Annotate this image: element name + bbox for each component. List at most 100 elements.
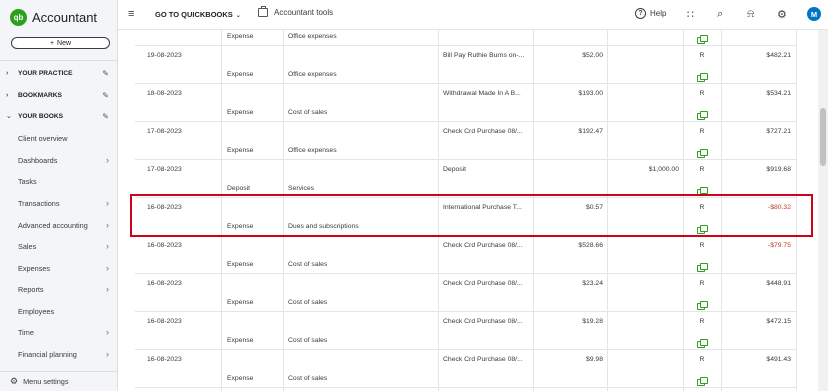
section-label: BOOKMARKS <box>18 91 62 99</box>
cell-payee: Bill Pay Ruthie Burns on-... <box>443 52 525 59</box>
table-row[interactable]: 16-08-2023 Check Crd Purchase 08/... $528.… <box>135 236 797 255</box>
chevron-right-icon: › <box>106 241 109 251</box>
bell-icon[interactable]: ⍾ <box>747 8 754 21</box>
cell-account: Office expenses <box>288 71 337 78</box>
sidebar-item-label: Sales <box>18 241 37 251</box>
table-row[interactable]: 16-08-2023 Check Crd Purchase 08/... $19.2… <box>135 312 797 331</box>
top-bar: ≡ GO TO QUICKBOOKS ⌄ Accountant tools ? H… <box>118 0 828 30</box>
sidebar-item-label: Dashboards <box>18 155 58 165</box>
attachment-icon <box>697 148 708 158</box>
cell-status: R <box>699 90 705 97</box>
sidebar-item-reports[interactable]: Reports › <box>0 280 117 298</box>
cell-payee: Deposit <box>443 166 467 173</box>
table-row[interactable]: 17-08-2023 Deposit $1,000.00 R $919.68 <box>135 160 797 179</box>
section-label: YOUR PRACTICE <box>18 69 73 77</box>
table-row[interactable]: 19-08-2023 Bill Pay Ruthie Burns on-... $5… <box>135 46 797 65</box>
help-button[interactable]: ? Help <box>635 8 666 19</box>
table-row[interactable]: Expense Cost of sales <box>135 255 797 274</box>
section-your-practice[interactable]: › YOUR PRACTICE ✎ <box>0 64 117 82</box>
cell-payee: Check Crd Purchase 08/... <box>443 242 523 249</box>
new-button-label: New <box>57 39 72 47</box>
sidebar-item-label: Tasks <box>18 176 37 186</box>
cell-account: Cost of sales <box>288 109 328 116</box>
qb-logo-icon: qb <box>10 8 27 26</box>
cell-balance: $919.68 <box>766 166 791 173</box>
cell-account: Cost of sales <box>288 375 328 382</box>
gear-icon[interactable]: ⚙ <box>777 8 787 21</box>
table-row[interactable]: 17-08-2023 Check Crd Purchase 08/... $192.… <box>135 122 797 141</box>
table-row[interactable]: Expense Cost of sales <box>135 331 797 350</box>
table-row[interactable]: Expense Office expenses <box>135 65 797 84</box>
cell-status: R <box>699 52 705 59</box>
sidebar-item-label: Employees <box>18 306 55 316</box>
sidebar-item-sales[interactable]: Sales › <box>0 237 117 255</box>
chevron-right-icon: › <box>106 349 109 359</box>
chevron-right-icon: › <box>6 91 9 99</box>
sidebar-item-client-overview[interactable]: Client overview <box>0 129 117 147</box>
cell-balance: $491.43 <box>766 356 791 363</box>
accountant-tools-button[interactable]: Accountant tools <box>258 6 333 17</box>
table-row[interactable]: Expense Cost of sales <box>135 369 797 388</box>
cell-account: Cost of sales <box>288 337 328 344</box>
cell-date: 17-08-2023 <box>147 166 182 173</box>
plus-icon: + <box>49 39 55 47</box>
cell-date: 16-08-2023 <box>147 356 182 363</box>
sidebar-item-financial-planning[interactable]: Financial planning › <box>0 345 117 363</box>
table-row[interactable]: Expense Cost of sales <box>135 103 797 122</box>
section-your-books[interactable]: ⌄ YOUR BOOKS ✎ <box>0 107 117 125</box>
search-icon[interactable]: ⌕ <box>717 8 723 21</box>
scrollbar-thumb[interactable] <box>820 108 826 166</box>
app-name: Accountant <box>32 9 98 25</box>
sidebar-item-transactions[interactable]: Transactions › <box>0 194 117 212</box>
pencil-icon[interactable]: ✎ <box>102 69 109 78</box>
avatar[interactable]: M <box>807 7 821 21</box>
menu-settings-button[interactable]: ⚙ Menu settings <box>0 371 117 391</box>
attachment-icon <box>697 300 708 310</box>
hamburger-icon[interactable]: ≡ <box>128 8 134 20</box>
go-to-quickbooks-menu[interactable]: GO TO QUICKBOOKS ⌄ <box>155 10 241 19</box>
sidebar-item-label: Time <box>18 327 34 337</box>
cell-status: R <box>699 356 705 363</box>
table-row[interactable]: Expense Cost of sales <box>135 293 797 312</box>
sidebar-item-employees[interactable]: Employees <box>0 302 117 320</box>
sidebar-item-tasks[interactable]: Tasks <box>0 172 117 190</box>
cell-balance: $534.21 <box>766 90 791 97</box>
cell-type: Expense <box>227 71 254 78</box>
cell-status: R <box>699 128 705 135</box>
new-button[interactable]: + New <box>11 37 110 49</box>
sidebar-item-expenses[interactable]: Expenses › <box>0 259 117 277</box>
cell-date: 18-08-2023 <box>147 90 182 97</box>
table-row[interactable]: 16-08-2023 Check Crd Purchase 08/... $9.98… <box>135 350 797 369</box>
cell-date: 16-08-2023 <box>147 242 182 249</box>
pencil-icon[interactable]: ✎ <box>102 91 109 100</box>
briefcase-icon <box>258 6 268 17</box>
sidebar-item-label: Client overview <box>18 133 68 143</box>
sidebar-item-advanced-accounting[interactable]: Advanced accounting › <box>0 216 117 234</box>
table-row[interactable]: 18-08-2023 Withdrawal Made In A B... $193.… <box>135 84 797 103</box>
apps-grid-icon[interactable]: ∷ <box>687 8 694 21</box>
sidebar-item-label: Advanced accounting <box>18 220 88 230</box>
scrollbar-track[interactable] <box>818 30 828 391</box>
sidebar-item-label: Reports <box>18 284 44 294</box>
attachment-icon <box>697 376 708 386</box>
cell-payment: $528.66 <box>578 242 603 249</box>
cell-date: 16-08-2023 <box>147 318 182 325</box>
table-row[interactable]: Expense Office expenses <box>135 30 797 46</box>
cell-payee: Check Crd Purchase 08/... <box>443 356 523 363</box>
attachment-icon <box>697 262 708 272</box>
table-row[interactable]: Expense Office expenses <box>135 141 797 160</box>
pencil-icon[interactable]: ✎ <box>102 112 109 121</box>
cell-balance: -$79.75 <box>767 242 791 249</box>
cell-date: 17-08-2023 <box>147 128 182 135</box>
sidebar-item-dashboards[interactable]: Dashboards › <box>0 151 117 169</box>
brand-logo[interactable]: qb Accountant <box>10 7 97 27</box>
attachment-cell[interactable] <box>692 371 712 390</box>
table-row[interactable]: 16-08-2023 Check Crd Purchase 08/... $23.2… <box>135 274 797 293</box>
chevron-right-icon: › <box>106 198 109 208</box>
help-icon: ? <box>635 8 646 19</box>
section-bookmarks[interactable]: › BOOKMARKS ✎ <box>0 86 117 104</box>
left-sidebar: qb Accountant + New › YOUR PRACTICE ✎ › … <box>0 0 118 391</box>
sidebar-item-label: Financial planning <box>18 349 77 359</box>
chevron-right-icon: › <box>106 155 109 165</box>
sidebar-item-time[interactable]: Time › <box>0 323 117 341</box>
